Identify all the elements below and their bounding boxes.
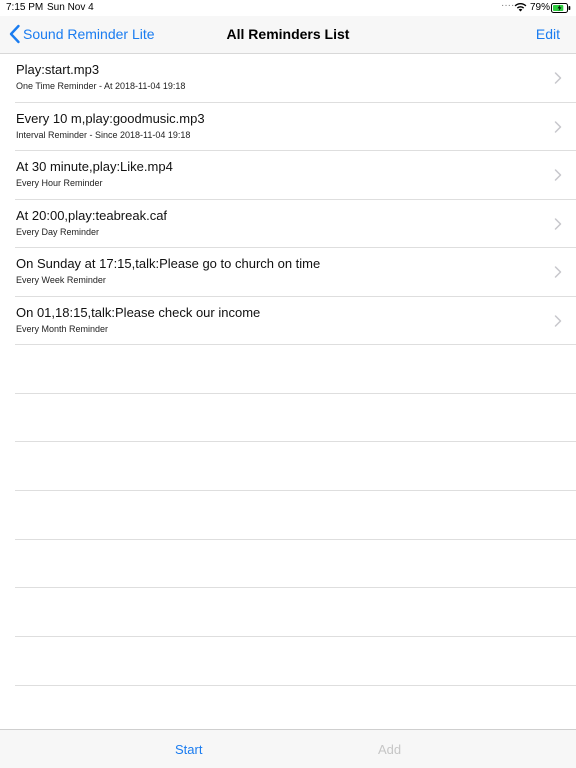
status-time: 7:15 PM	[6, 2, 44, 13]
empty-row	[15, 345, 576, 394]
chevron-right-icon	[554, 266, 562, 278]
wifi-icon	[514, 2, 527, 15]
battery-icon	[551, 3, 571, 16]
chevron-right-icon	[554, 120, 562, 133]
reminder-title: Play:start.mp3	[16, 62, 100, 77]
status-date: Sun Nov 4	[47, 2, 94, 13]
list-item[interactable]: Every 10 m,play:goodmusic.mp3 Interval R…	[15, 103, 576, 151]
empty-row	[15, 540, 576, 589]
status-bar: 7:15 PM Sun Nov 4 ···· 79%	[0, 0, 576, 16]
page-title: All Reminders List	[226, 26, 350, 42]
empty-row	[15, 442, 576, 492]
reminder-title: On 01,18:15,talk:Please check our income	[16, 304, 261, 320]
reminder-subtitle: Every Day Reminder	[16, 226, 100, 237]
reminder-subtitle: Every Week Reminder	[16, 275, 106, 285]
chevron-right-icon	[554, 169, 562, 181]
empty-row	[15, 637, 576, 686]
add-button: Add	[378, 742, 402, 757]
navigation-bar: Sound Reminder Lite All Reminders List E…	[0, 16, 576, 54]
reminder-subtitle: Every Month Reminder	[16, 323, 109, 334]
chevron-right-icon	[554, 72, 562, 84]
reminder-subtitle: Every Hour Reminder	[16, 178, 103, 188]
bottom-toolbar: Start Add	[0, 729, 576, 768]
multitasking-dots-icon: ····	[501, 0, 515, 11]
reminder-title: On Sunday at 17:15,talk:Please go to chu…	[16, 256, 321, 271]
reminder-subtitle: Interval Reminder - Since 2018-11-04 19:…	[16, 129, 191, 140]
empty-row	[15, 491, 576, 540]
list-item[interactable]: Play:start.mp3 One Time Reminder - At 20…	[15, 54, 576, 103]
edit-button[interactable]: Edit	[536, 26, 560, 42]
chevron-right-icon	[554, 217, 562, 230]
list-item[interactable]: At 30 minute,play:Like.mp4 Every Hour Re…	[15, 151, 576, 200]
reminder-title: At 20:00,play:teabreak.caf	[16, 207, 168, 223]
reminder-title: At 30 minute,play:Like.mp4	[16, 159, 173, 174]
empty-row	[15, 588, 576, 638]
reminder-subtitle: One Time Reminder - At 2018-11-04 19:18	[16, 81, 186, 91]
start-button[interactable]: Start	[175, 742, 202, 757]
list-item[interactable]: On Sunday at 17:15,talk:Please go to chu…	[15, 248, 576, 297]
reminder-title: Every 10 m,play:goodmusic.mp3	[16, 110, 205, 126]
list-item[interactable]: On 01,18:15,talk:Please check our income…	[15, 297, 576, 345]
list-item[interactable]: At 20:00,play:teabreak.caf Every Day Rem…	[15, 200, 576, 248]
chevron-right-icon	[554, 314, 562, 327]
empty-row	[15, 394, 576, 443]
battery-percent: 79%	[530, 2, 551, 13]
reminders-list: Play:start.mp3 One Time Reminder - At 20…	[0, 54, 576, 686]
